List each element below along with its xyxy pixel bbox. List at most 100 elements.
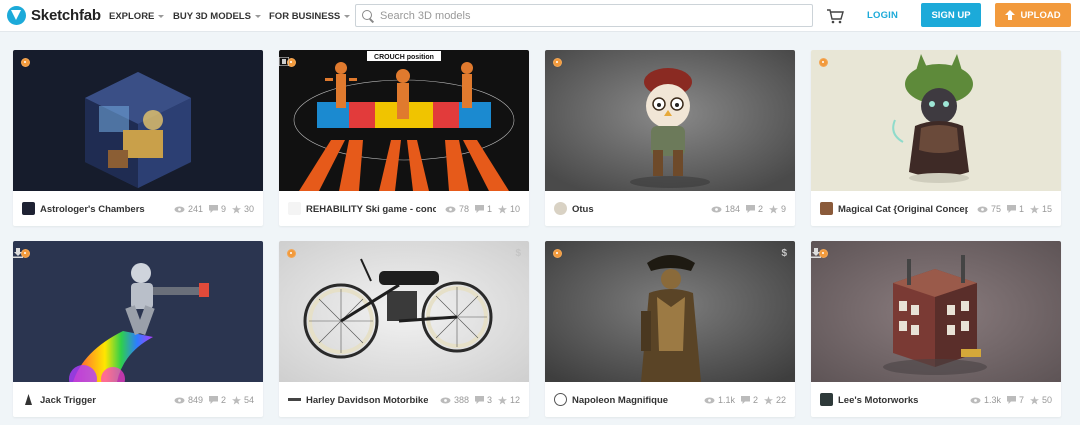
comment-count-value: 1 [1018, 204, 1024, 214]
comment-count-value: 7 [1018, 395, 1024, 405]
comment-count: 3 [474, 395, 492, 405]
nav-explore[interactable]: EXPLORE [109, 0, 165, 32]
comment-icon [208, 396, 218, 404]
model-stats: 849 2 54 [168, 395, 254, 405]
model-info-bar: Harley Davidson Motorbike 388 3 12 [279, 382, 529, 417]
like-count: 15 [1029, 204, 1052, 214]
avatar[interactable] [22, 202, 35, 215]
like-count-value: 12 [509, 395, 520, 405]
eye-icon [174, 206, 185, 212]
model-card[interactable]: Magical Cat {Original Concept b 75 1 15 [811, 50, 1061, 226]
like-count-value: 9 [780, 204, 786, 214]
model-title[interactable]: Harley Davidson Motorbike [306, 395, 428, 406]
avatar[interactable] [820, 393, 833, 406]
model-card[interactable]: $ Napoleon Magnifique 1.1k 2 22 [545, 241, 795, 417]
like-count: 9 [768, 204, 786, 214]
view-count-value: 78 [458, 204, 469, 214]
comment-count: 1 [1006, 204, 1024, 214]
model-info-bar: REHABILITY Ski game - concept 78 1 10 [279, 191, 529, 226]
model-thumbnail[interactable]: $ [279, 241, 529, 382]
eye-icon [445, 206, 456, 212]
download-icon[interactable] [811, 248, 821, 258]
model-preview-image [13, 241, 263, 382]
model-thumbnail[interactable] [13, 50, 263, 191]
download-icon[interactable] [13, 248, 23, 258]
model-stats: 241 9 30 [168, 204, 254, 214]
avatar[interactable] [288, 393, 301, 406]
model-stats: 78 1 10 [439, 204, 520, 214]
comment-icon [474, 396, 484, 404]
comment-icon [208, 205, 218, 213]
view-count: 1.1k [704, 395, 735, 405]
star-icon [231, 204, 241, 214]
comment-icon [1006, 396, 1016, 404]
like-count: 10 [497, 204, 520, 214]
model-card[interactable]: Astrologer's Chambers 241 9 30 [13, 50, 263, 226]
model-title[interactable]: REHABILITY Ski game - concept [306, 204, 436, 215]
avatar[interactable] [22, 393, 35, 406]
signup-button[interactable]: SIGN UP [921, 3, 981, 27]
model-thumbnail[interactable] [13, 241, 263, 382]
model-title[interactable]: Otus [572, 204, 594, 215]
film-icon[interactable] [279, 57, 289, 66]
dollar-icon[interactable]: $ [781, 248, 787, 259]
like-count: 12 [497, 395, 520, 405]
avatar[interactable] [288, 202, 301, 215]
dollar-icon[interactable]: $ [515, 248, 521, 259]
model-thumbnail[interactable]: CROUCH position [279, 50, 529, 191]
model-info-bar: Magical Cat {Original Concept b 75 1 15 [811, 191, 1061, 226]
avatar-figure-icon [25, 394, 32, 405]
comment-icon [745, 205, 755, 213]
like-count: 50 [1029, 395, 1052, 405]
upload-button[interactable]: UPLOAD [995, 3, 1071, 27]
nav-buy-label: BUY 3D MODELS [173, 10, 251, 22]
model-title[interactable]: Lee's Motorworks [838, 395, 918, 406]
view-count: 849 [174, 395, 203, 405]
nav-business-label: FOR BUSINESS [269, 10, 341, 22]
sketchfab-logo[interactable]: Sketchfab [7, 5, 101, 25]
model-title[interactable]: Napoleon Magnifique [572, 395, 668, 406]
model-thumbnail[interactable]: $ [545, 241, 795, 382]
like-count-value: 15 [1041, 204, 1052, 214]
model-thumbnail[interactable] [811, 50, 1061, 191]
view-count: 75 [977, 204, 1001, 214]
search-input[interactable] [380, 9, 800, 22]
model-card[interactable]: Lee's Motorworks 1.3k 7 50 [811, 241, 1061, 417]
sketchfab-logo-icon [7, 5, 26, 25]
eye-icon [970, 397, 981, 403]
model-title[interactable]: Magical Cat {Original Concept b [838, 204, 968, 215]
view-count-value: 241 [187, 204, 203, 214]
logo-text: Sketchfab [31, 6, 101, 24]
view-count-value: 388 [453, 395, 469, 405]
star-icon [768, 204, 778, 214]
login-link[interactable]: LOGIN [867, 10, 898, 21]
avatar[interactable] [554, 393, 567, 406]
model-info-bar: Lee's Motorworks 1.3k 7 50 [811, 382, 1061, 417]
model-thumbnail[interactable] [811, 241, 1061, 382]
model-card[interactable]: CROUCH position REHABILITY Ski game - co… [279, 50, 529, 226]
eye-icon [977, 206, 988, 212]
model-card[interactable]: Jack Trigger 849 2 54 [13, 241, 263, 417]
model-thumbnail[interactable] [545, 50, 795, 191]
thumb-caption: CROUCH position [374, 54, 434, 61]
model-preview-image: CROUCH position [279, 50, 529, 191]
model-preview-image [545, 241, 795, 382]
model-stats: 184 2 9 [705, 204, 786, 214]
comment-count-value: 2 [752, 395, 758, 405]
model-card[interactable]: Otus 184 2 9 [545, 50, 795, 226]
nav-buy-3d-models[interactable]: BUY 3D MODELS [173, 0, 261, 32]
model-title[interactable]: Jack Trigger [40, 395, 96, 406]
model-card[interactable]: $ Harley Davidson Motorbike 388 3 12 [279, 241, 529, 417]
avatar[interactable] [554, 202, 567, 215]
model-preview-image [545, 50, 795, 191]
staff-pick-icon [819, 58, 828, 67]
chevron-down-icon [254, 14, 261, 18]
avatar[interactable] [820, 202, 833, 215]
nav-for-business[interactable]: FOR BUSINESS [269, 0, 351, 32]
cart-icon[interactable] [826, 7, 844, 25]
comment-icon [474, 205, 484, 213]
top-navbar: Sketchfab EXPLORE BUY 3D MODELS FOR BUSI… [0, 0, 1080, 32]
like-count: 30 [231, 204, 254, 214]
model-title[interactable]: Astrologer's Chambers [40, 204, 145, 215]
eye-icon [440, 397, 451, 403]
